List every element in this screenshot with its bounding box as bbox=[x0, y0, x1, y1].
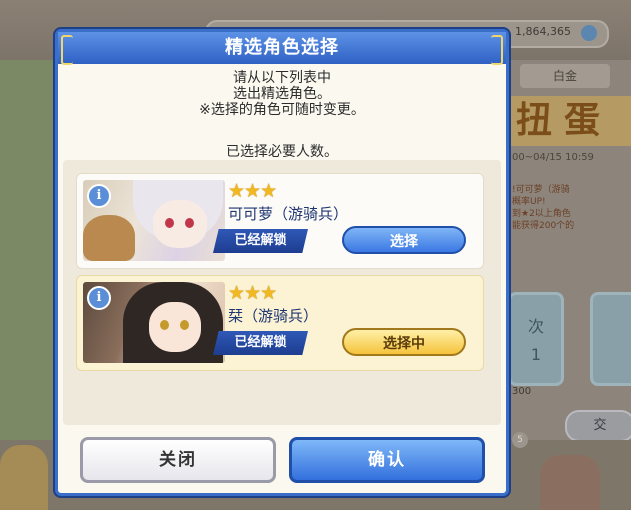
rarity-stars: ★★★ bbox=[228, 282, 277, 304]
face-illustration bbox=[149, 302, 201, 352]
selected-button[interactable]: 选择中 bbox=[342, 328, 466, 356]
draw-count-card-2[interactable] bbox=[590, 292, 631, 386]
character-portrait: i bbox=[83, 180, 225, 261]
rarity-stars: ★★★ bbox=[228, 180, 277, 202]
eye-illustration bbox=[165, 218, 174, 228]
left-scenery bbox=[0, 60, 60, 440]
gacha-info: !可可萝（游骑 概率UP! 到★2以上角色 能获得200个的 bbox=[512, 184, 627, 232]
gem-icon bbox=[581, 25, 597, 41]
character-name: 可可萝（游骑兵） bbox=[228, 205, 349, 223]
ornament-icon bbox=[491, 35, 503, 65]
info-icon[interactable]: i bbox=[87, 286, 111, 310]
exchange-button[interactable]: 交 bbox=[565, 410, 631, 442]
close-button[interactable]: 关闭 bbox=[80, 437, 276, 483]
tab-platinum[interactable]: 白金 bbox=[520, 64, 610, 88]
draw-count-label: 次 bbox=[527, 317, 544, 336]
confirm-button[interactable]: 确认 bbox=[289, 437, 485, 483]
info-line: 到★2以上角色 bbox=[512, 209, 571, 219]
instruction-line: 请从以下列表中 bbox=[233, 70, 331, 86]
draw-count-value: 1 bbox=[530, 345, 542, 364]
ornament-icon bbox=[61, 35, 73, 65]
eye-illustration bbox=[180, 320, 189, 330]
character-portrait: i bbox=[83, 282, 225, 363]
currency-value: 1,864,365 bbox=[515, 25, 571, 38]
cost-text: 300 bbox=[512, 386, 532, 397]
character-sprite-2 bbox=[540, 455, 600, 510]
unlocked-badge: 已经解锁 bbox=[213, 331, 308, 355]
info-line: 概率UP! bbox=[512, 197, 546, 207]
face-illustration bbox=[153, 200, 207, 248]
info-line: !可可萝（游骑 bbox=[512, 185, 570, 195]
eye-illustration bbox=[185, 218, 194, 228]
character-name: 栞（游骑兵） bbox=[228, 307, 319, 325]
unlocked-badge: 已经解锁 bbox=[213, 229, 308, 253]
info-line: 能获得200个的 bbox=[512, 221, 575, 231]
draw-count-card[interactable]: 次 1 bbox=[508, 292, 564, 386]
dialog-title-bar: 精选角色选择 bbox=[58, 32, 506, 65]
dog-illustration bbox=[83, 215, 135, 261]
dialog-title: 精选角色选择 bbox=[225, 37, 339, 58]
character-card[interactable]: i ★★★ 可可萝（游骑兵） 已经解锁 选择 bbox=[76, 173, 484, 269]
instructions: 请从以下列表中 选出精选角色。 ※选择的角色可随时变更。 bbox=[58, 70, 506, 118]
instruction-line: ※选择的角色可随时变更。 bbox=[199, 102, 365, 118]
gacha-banner: 扭蛋 bbox=[510, 96, 631, 146]
gacha-date: 00~04/15 10:59 bbox=[512, 152, 594, 163]
character-card-selected[interactable]: i ★★★ 栞（游骑兵） 已经解锁 选择中 bbox=[76, 275, 484, 371]
selection-status: 已选择必要人数。 bbox=[226, 144, 338, 160]
instruction-line: 选出精选角色。 bbox=[233, 86, 331, 102]
info-icon[interactable]: i bbox=[87, 184, 111, 208]
eye-illustration bbox=[160, 320, 169, 330]
select-button[interactable]: 选择 bbox=[342, 226, 466, 254]
step-number: 5 bbox=[512, 432, 528, 448]
character-sprite bbox=[0, 445, 48, 510]
